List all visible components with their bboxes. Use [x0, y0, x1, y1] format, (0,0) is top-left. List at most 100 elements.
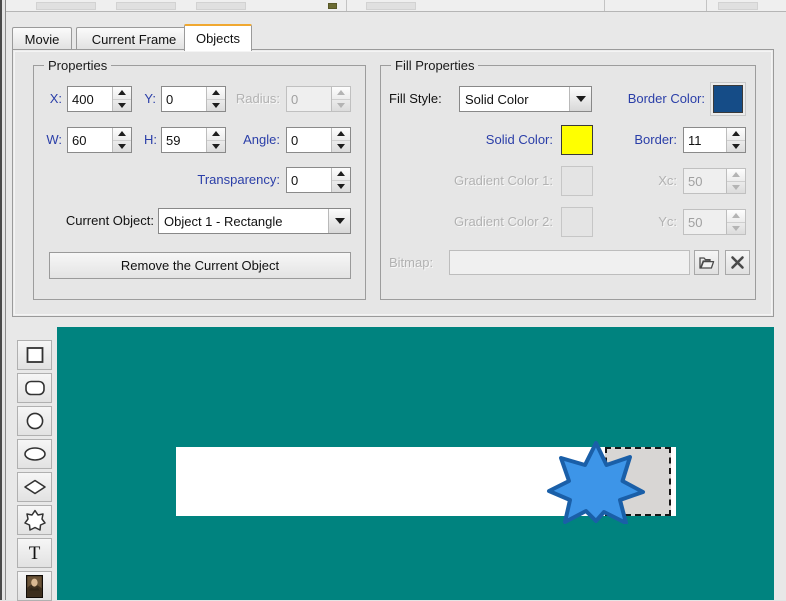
gradient-color-2-swatch — [561, 207, 593, 237]
toolbar-item-4[interactable] — [366, 2, 416, 10]
fill-style-dropdown-button[interactable] — [569, 87, 591, 111]
chevron-down-icon — [118, 102, 126, 108]
toolbar-item-1[interactable] — [36, 2, 96, 10]
x-stepper-up[interactable] — [113, 87, 131, 100]
window-left-border — [0, 0, 2, 600]
width-value[interactable]: 60 — [68, 128, 112, 152]
ellipse-tool[interactable] — [17, 439, 52, 469]
y-stepper[interactable]: 0 — [161, 86, 226, 112]
current-object-select[interactable]: Object 1 - Rectangle — [158, 208, 351, 234]
x-value[interactable]: 400 — [68, 87, 112, 111]
circle-tool[interactable] — [17, 406, 52, 436]
clear-x-icon — [731, 256, 744, 269]
toolbar-item-5[interactable] — [718, 2, 758, 10]
x-stepper-arrows[interactable] — [112, 87, 131, 111]
radius-stepper-up — [332, 87, 350, 100]
border-color-swatch[interactable] — [713, 85, 743, 113]
rectangle-tool[interactable] — [17, 340, 52, 370]
x-stepper-down[interactable] — [113, 100, 131, 112]
chevron-up-icon — [337, 131, 345, 137]
tab-movie-label: Movie — [24, 31, 60, 47]
angle-stepper-arrows[interactable] — [331, 128, 350, 152]
yc-stepper-down — [727, 223, 745, 235]
tab-current-frame[interactable]: Current Frame — [76, 27, 192, 50]
width-stepper[interactable]: 60 — [67, 127, 132, 153]
toolbar-item-3[interactable] — [196, 2, 246, 10]
remove-current-object-button[interactable]: Remove the Current Object — [49, 252, 351, 279]
height-stepper[interactable]: 59 — [161, 127, 226, 153]
x-stepper[interactable]: 400 — [67, 86, 132, 112]
fill-style-label: Fill Style: — [389, 91, 442, 106]
angle-stepper-down[interactable] — [332, 141, 350, 153]
bitmap-clear-button[interactable] — [725, 250, 750, 275]
chevron-down-icon — [337, 102, 345, 108]
toolbar-separator-3 — [706, 0, 707, 11]
chevron-up-icon — [732, 172, 740, 178]
fill-properties-group: Fill Properties Fill Style: Solid Color … — [380, 58, 756, 300]
rounded-rectangle-tool[interactable] — [17, 373, 52, 403]
transparency-stepper-up[interactable] — [332, 168, 350, 181]
angle-stepper-up[interactable] — [332, 128, 350, 141]
remove-current-object-label: Remove the Current Object — [120, 258, 280, 273]
fill-style-value[interactable]: Solid Color — [460, 87, 569, 111]
width-stepper-down[interactable] — [113, 141, 131, 153]
height-stepper-up[interactable] — [207, 128, 225, 141]
star-tool[interactable] — [17, 505, 52, 535]
chevron-down-icon — [212, 143, 220, 149]
border-color-label: Border Color: — [627, 91, 705, 106]
yc-value: 50 — [688, 214, 703, 230]
toolbar-item-2[interactable] — [116, 2, 176, 10]
transparency-stepper[interactable]: 0 — [286, 167, 351, 193]
objects-tab-panel: Properties X: 400 Y: 0 Radius: 0 W: 60 H… — [12, 49, 774, 317]
application-window: Movie Current Frame Objects Properties X… — [0, 0, 786, 601]
border-width-stepper-down[interactable] — [727, 141, 745, 153]
radius-stepper: 0 — [286, 86, 351, 112]
y-label: Y: — [144, 91, 156, 106]
xc-stepper-down — [727, 182, 745, 194]
transparency-stepper-down[interactable] — [332, 181, 350, 193]
solid-color-swatch[interactable] — [561, 125, 593, 155]
design-canvas[interactable] — [57, 327, 774, 600]
chevron-down-icon — [212, 102, 220, 108]
border-width-stepper-arrows[interactable] — [726, 128, 745, 152]
shape-tool-palette: T — [12, 327, 57, 601]
fill-style-select[interactable]: Solid Color — [459, 86, 592, 112]
chevron-down-icon — [575, 96, 586, 102]
current-object-dropdown-button[interactable] — [328, 209, 350, 233]
angle-value[interactable]: 0 — [287, 128, 331, 152]
height-stepper-down[interactable] — [207, 141, 225, 153]
text-tool[interactable]: T — [17, 538, 52, 568]
text-t-icon: T — [28, 542, 41, 564]
width-stepper-arrows[interactable] — [112, 128, 131, 152]
radius-stepper-down — [332, 100, 350, 112]
rectangle-icon — [26, 347, 43, 363]
y-value[interactable]: 0 — [162, 87, 206, 111]
tab-objects[interactable]: Objects — [184, 24, 252, 51]
image-thumbnail-icon — [26, 574, 43, 598]
toolbar-separator-1 — [346, 0, 347, 11]
angle-stepper[interactable]: 0 — [286, 127, 351, 153]
star-icon — [23, 509, 46, 531]
fill-properties-group-legend: Fill Properties — [391, 58, 479, 73]
toolbar-separator-2 — [604, 0, 605, 11]
chevron-down-icon — [732, 184, 740, 190]
objects-panel-inner: Properties X: 400 Y: 0 Radius: 0 W: 60 H… — [14, 51, 772, 315]
current-object-value[interactable]: Object 1 - Rectangle — [159, 209, 328, 233]
height-value[interactable]: 59 — [162, 128, 206, 152]
tab-movie[interactable]: Movie — [12, 27, 72, 50]
border-width-stepper[interactable]: 11 — [683, 127, 746, 153]
image-tool[interactable] — [17, 571, 52, 601]
transparency-value[interactable]: 0 — [287, 168, 331, 192]
diamond-tool[interactable] — [17, 472, 52, 502]
width-stepper-up[interactable] — [113, 128, 131, 141]
height-stepper-arrows[interactable] — [206, 128, 225, 152]
border-width-value[interactable]: 11 — [684, 128, 726, 152]
bitmap-browse-button[interactable] — [694, 250, 719, 275]
border-width-stepper-up[interactable] — [727, 128, 745, 141]
xc-label: Xc: — [658, 173, 677, 188]
canvas-star-shape[interactable] — [546, 440, 646, 524]
toolbar-indicator-icon — [328, 3, 337, 9]
truncated-toolbar[interactable] — [6, 0, 786, 12]
transparency-stepper-arrows[interactable] — [331, 168, 350, 192]
chevron-down-icon — [334, 218, 345, 224]
